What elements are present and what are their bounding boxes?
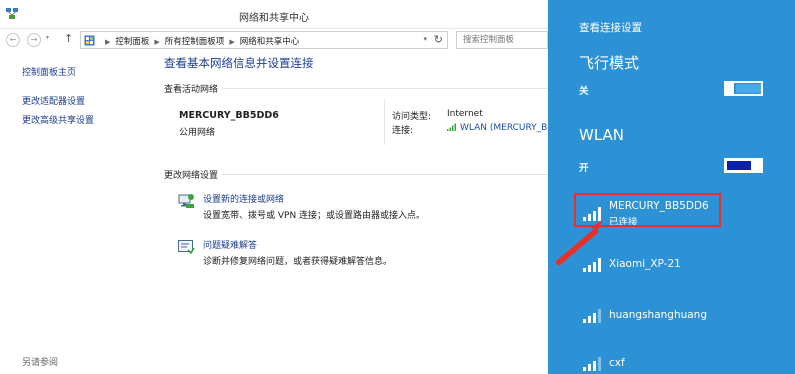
wlan-state: 开 — [579, 163, 589, 174]
change-advanced-sharing-link[interactable]: 更改高级共享设置 — [22, 113, 94, 126]
breadcrumb-separator-icon[interactable]: ▶ — [229, 38, 234, 46]
recent-locations-dropdown[interactable]: ▾ — [46, 34, 49, 41]
troubleshoot-link[interactable]: 问题疑难解答 — [203, 238, 257, 251]
left-navigation: 控制面板主页 更改适配器设置 更改高级共享设置 — [22, 65, 94, 132]
setup-connection-link[interactable]: 设置新的连接或网络 — [203, 192, 284, 205]
breadcrumb-separator-icon[interactable]: ▶ — [154, 38, 159, 46]
control-panel-home-link[interactable]: 控制面板主页 — [22, 65, 94, 78]
active-networks-label: 查看活动网络 — [164, 85, 219, 95]
wifi-ssid: Xiaomi_XP-21 — [609, 258, 681, 270]
toggle-track — [727, 161, 751, 170]
annotation-arrow-icon — [555, 220, 603, 266]
panel-divider — [384, 99, 385, 145]
airplane-mode-toggle[interactable] — [724, 81, 763, 96]
wifi-signal-icon — [583, 309, 601, 323]
airplane-mode-heading: 飞行模式 — [579, 54, 640, 72]
forward-button[interactable]: → — [27, 33, 41, 47]
see-also-heading: 另请参阅 — [22, 358, 59, 368]
search-box[interactable] — [456, 31, 548, 49]
network-sharing-center-window: 网络和共享中心 ← → ▾ ↑ ▶ 控制面板 ▶ 所有控制面板项 ▶ 网络和共享中心 ▾ … — [0, 0, 559, 374]
access-type-value: Internet — [447, 109, 483, 119]
breadcrumb-item-network-center[interactable]: 网络和共享中心 — [240, 37, 300, 47]
title-bar: 网络和共享中心 — [0, 0, 548, 29]
change-settings-section-label: 更改网络设置 — [164, 168, 548, 181]
troubleshoot-icon — [178, 240, 195, 255]
wlan-connection-link[interactable]: WLAN (MERCURY_BB5 — [460, 123, 559, 133]
section-divider — [222, 88, 548, 89]
active-network-panel: MERCURY_BB5DD6 公用网络 — [164, 95, 548, 147]
navigation-bar: ← → ▾ ↑ ▶ 控制面板 ▶ 所有控制面板项 ▶ 网络和共享中心 ▾ ↻ — [0, 29, 548, 51]
toggle-track — [736, 84, 761, 93]
wifi-network-item[interactable]: Xiaomi_XP-21 — [579, 246, 779, 286]
wifi-network-item[interactable]: huangshanghuang — [579, 297, 779, 337]
address-dropdown-icon[interactable]: ▾ — [423, 35, 427, 43]
wifi-ssid: cxf — [609, 357, 625, 369]
search-input[interactable] — [457, 32, 547, 48]
airplane-mode-state: 关 — [579, 86, 589, 97]
wlan-heading: WLAN — [579, 126, 625, 144]
main-content: 查看基本网络信息并设置连接 查看活动网络 MERCURY_BB5DD6 公用网络… — [164, 55, 559, 267]
page-heading: 查看基本网络信息并设置连接 — [164, 56, 314, 70]
network-setup-icon — [178, 194, 194, 208]
troubleshoot-option[interactable]: 问题疑难解答 诊断并修复网络问题，或者获得疑难解答信息。 — [164, 236, 548, 282]
breadcrumb-item-all-items[interactable]: 所有控制面板项 — [165, 37, 225, 47]
window-title: 网络和共享中心 — [239, 13, 309, 24]
setup-connection-description: 设置宽带、拨号或 VPN 连接；或设置路由器或接入点。 — [203, 211, 426, 221]
up-level-button[interactable]: ↑ — [64, 32, 73, 45]
breadcrumb: ▶ 控制面板 ▶ 所有控制面板项 ▶ 网络和共享中心 — [100, 35, 299, 47]
view-connection-settings-link[interactable]: 查看连接设置 — [579, 20, 642, 35]
network-flyout: 查看连接设置 飞行模式 关 WLAN 开 MERCURY_BB5DD6 已连接 … — [548, 0, 795, 374]
breadcrumb-item-control-panel[interactable]: 控制面板 — [115, 37, 149, 47]
toggle-thumb — [753, 160, 761, 171]
wlan-toggle[interactable] — [724, 158, 763, 173]
wifi-ssid: huangshanghuang — [609, 309, 708, 321]
troubleshoot-description: 诊断并修复网络问题，或者获得疑难解答信息。 — [203, 257, 393, 267]
setup-connection-option[interactable]: 设置新的连接或网络 设置宽带、拨号或 VPN 连接；或设置路由器或接入点。 — [164, 190, 548, 236]
network-name: MERCURY_BB5DD6 — [179, 110, 279, 121]
change-adapter-settings-link[interactable]: 更改适配器设置 — [22, 94, 94, 107]
toggle-thumb — [726, 83, 734, 94]
connection-label: 连接: — [392, 126, 414, 136]
active-networks-section-label: 查看活动网络 — [164, 82, 548, 95]
wifi-signal-icon — [447, 123, 456, 131]
refresh-icon[interactable]: ↻ — [434, 33, 443, 46]
section-divider — [222, 174, 548, 175]
back-button[interactable]: ← — [6, 33, 20, 47]
change-settings-label: 更改网络设置 — [164, 171, 219, 181]
breadcrumb-separator-icon: ▶ — [105, 38, 111, 46]
connection-value-wrap: WLAN (MERCURY_BB5 — [447, 123, 559, 133]
wifi-signal-icon — [583, 357, 601, 371]
control-panel-icon — [84, 35, 95, 46]
change-settings-section: 更改网络设置 设置新的连接或网络 设置宽带、拨号或 VPN 连接；或设置路由器或… — [164, 157, 548, 282]
network-category[interactable]: 公用网络 — [179, 125, 215, 138]
access-type-label: 访问类型: — [392, 112, 432, 122]
wifi-network-item[interactable]: cxf — [579, 345, 779, 374]
address-bar[interactable]: ▶ 控制面板 ▶ 所有控制面板项 ▶ 网络和共享中心 ▾ ↻ — [80, 31, 448, 49]
